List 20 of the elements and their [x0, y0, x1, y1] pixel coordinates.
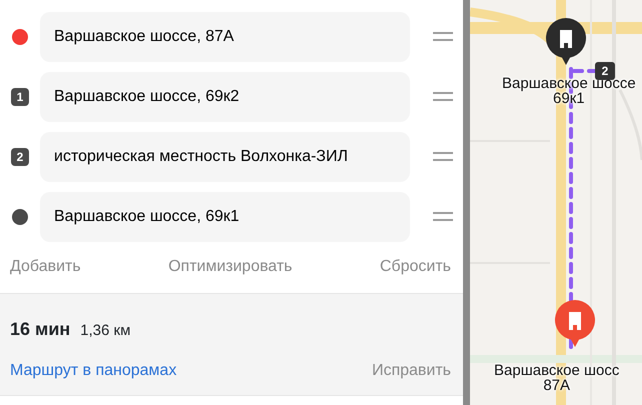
drag-handle-icon[interactable] — [433, 92, 453, 102]
optimize-button[interactable]: Оптимизировать — [168, 255, 292, 279]
route-time: 16 мин — [10, 319, 70, 339]
address-field[interactable]: Варшавское шоссе, 69к1 — [40, 192, 410, 242]
building-pin-icon[interactable] — [545, 18, 587, 66]
address-field[interactable]: Варшавское шоссе, 87А — [40, 12, 410, 62]
drag-handle-icon[interactable] — [433, 152, 453, 162]
route-distance: 1,36 км — [80, 322, 131, 339]
pin-number: 2 — [595, 62, 615, 80]
drag-handle-icon[interactable] — [433, 32, 453, 42]
add-button[interactable]: Добавить — [10, 255, 81, 279]
pin-label: Варшавское шосс 87А — [494, 363, 620, 393]
fix-button[interactable]: Исправить — [372, 359, 451, 383]
address-field[interactable]: Варшавское шоссе, 69к2 — [40, 72, 410, 122]
address-field[interactable]: историческая местность Волхонка-ЗИЛ — [40, 132, 410, 182]
point-number: 1 — [11, 88, 29, 106]
drag-handle-icon[interactable] — [433, 212, 453, 222]
point-number: 2 — [11, 148, 29, 166]
reset-button[interactable]: Сбросить — [380, 255, 451, 279]
panorama-route-link[interactable]: Маршрут в панорамах — [10, 359, 177, 383]
